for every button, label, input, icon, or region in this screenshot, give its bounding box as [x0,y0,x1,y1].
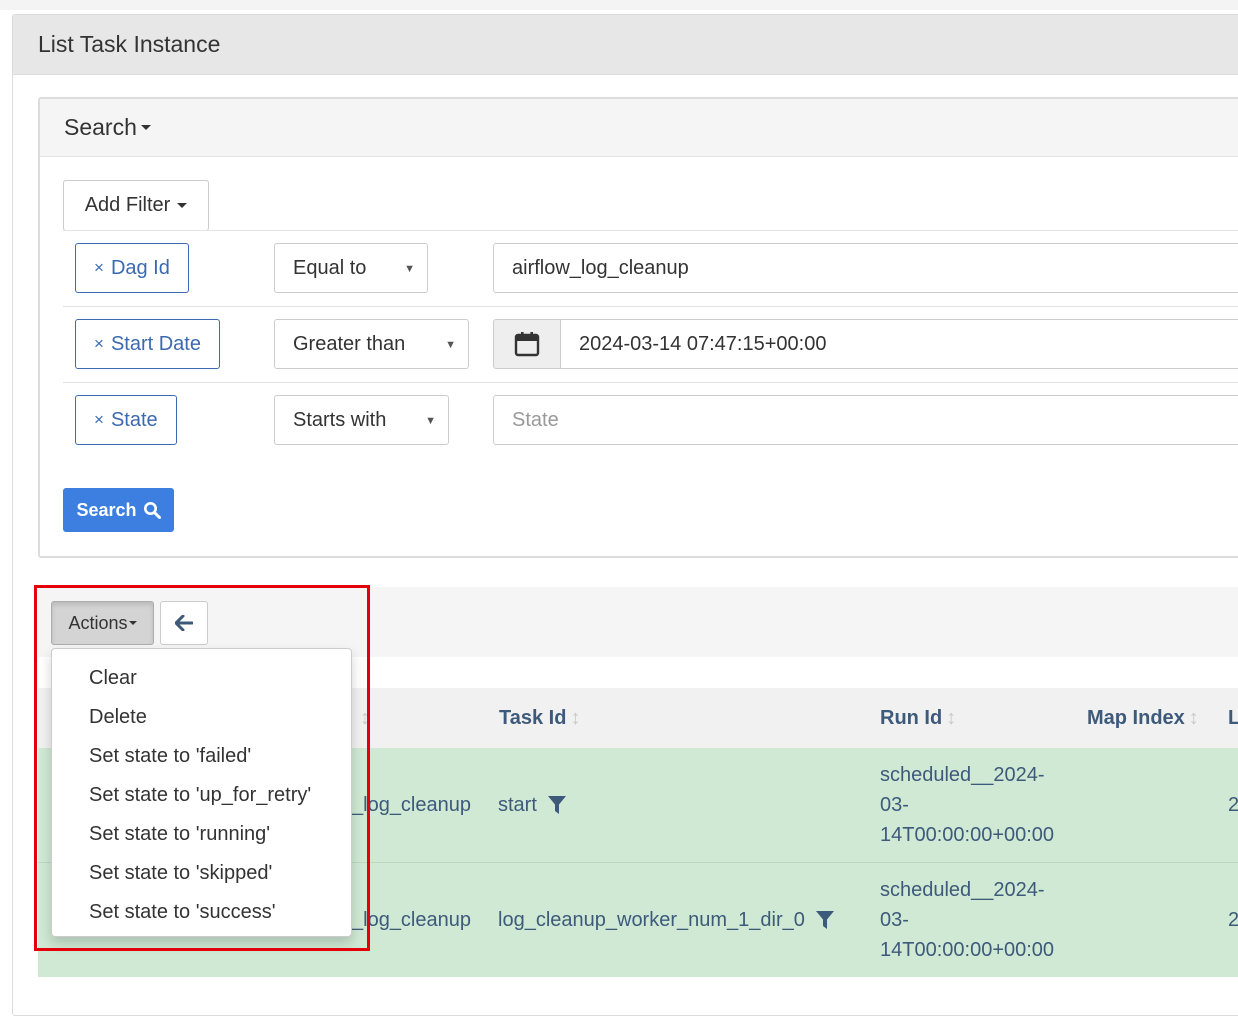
column-header-run-id[interactable]: Run Id ↕ [880,688,956,748]
caret-down-icon [140,125,151,130]
menu-item-delete[interactable]: Delete [52,698,351,737]
filter-row-start-date: × Start Date Greater than ▼ 2024-03-14 0… [63,306,1238,383]
menu-item-set-failed[interactable]: Set state to 'failed' [52,737,351,776]
menu-item-set-success[interactable]: Set state to 'success' [52,893,351,932]
search-header-label: Search [64,114,137,140]
operator-select-state[interactable]: Starts with ▼ [274,395,449,445]
chevron-down-icon: ▼ [445,339,456,351]
menu-item-set-running[interactable]: Set state to 'running' [52,815,351,854]
caret-down-icon [128,621,137,625]
top-strip [0,0,1238,10]
operator-value: Greater than [293,332,406,355]
task-id-cell: log_cleanup_worker_num_1_dir_0 [498,863,835,977]
filter-row-dag-id: × Dag Id Equal to ▼ airflow_log_cleanup [63,230,1238,307]
add-filter-button[interactable]: Add Filter [63,180,209,231]
actions-dropdown-menu: Clear Delete Set state to 'failed' Set s… [51,648,352,937]
remove-filter-start-date[interactable]: × Start Date [75,319,220,369]
search-toggle[interactable]: Search [40,99,1238,157]
sort-icon[interactable]: ↕ [356,688,370,748]
arrow-left-icon [175,615,193,631]
operator-select-dag-id[interactable]: Equal to ▼ [274,243,428,293]
page-title: List Task Instance [13,15,1238,75]
search-submit-button[interactable]: Search [63,488,174,532]
dag-id-input[interactable]: airflow_log_cleanup [493,243,1238,293]
run-id-link[interactable]: scheduled__2024- 03- 14T00:00:00+00:00 [880,760,1054,850]
caret-down-icon [177,203,188,208]
start-date-input[interactable]: 2024-03-14 07:47:15+00:00 [560,319,1238,369]
dag-id-link[interactable]: _log_cleanup [352,748,471,862]
column-header-l[interactable]: L [1228,688,1238,748]
add-filter-label: Add Filter [84,194,171,216]
operator-select-start-date[interactable]: Greater than ▼ [274,319,469,369]
last-column-cell: 2 [1228,793,1238,816]
menu-item-set-skipped[interactable]: Set state to 'skipped' [52,854,351,893]
filter-label-state: State [110,408,158,431]
task-id-link[interactable]: start [498,794,537,817]
last-column-cell: 2 [1228,908,1238,931]
task-id-link[interactable]: log_cleanup_worker_num_1_dir_0 [498,909,805,932]
funnel-icon[interactable] [547,795,567,815]
close-icon: × [94,258,104,277]
actions-label: Actions [68,612,128,633]
calendar-icon [514,332,540,357]
sort-icon: ↕ [570,706,581,729]
actions-toolbar [38,587,1238,657]
search-submit-label: Search [76,499,137,520]
task-id-cell: start [498,748,567,862]
actions-button[interactable]: Actions [51,601,154,645]
calendar-button[interactable] [493,319,561,369]
operator-value: Starts with [293,408,387,431]
close-icon: × [94,334,104,353]
funnel-icon[interactable] [815,910,835,930]
filter-label-dag-id: Dag Id [110,256,170,279]
operator-value: Equal to [293,256,367,279]
run-id-link[interactable]: scheduled__2024- 03- 14T00:00:00+00:00 [880,875,1054,965]
menu-item-clear[interactable]: Clear [52,659,351,698]
magnifier-icon [143,502,161,519]
chevron-down-icon: ▼ [404,263,415,275]
state-input[interactable]: State [493,395,1238,445]
remove-filter-dag-id[interactable]: × Dag Id [75,243,189,293]
column-header-map-index[interactable]: Map Index ↕ [1087,688,1199,748]
column-header-task-id[interactable]: Task Id ↕ [499,688,580,748]
close-icon: × [94,410,104,429]
menu-item-set-up-for-retry[interactable]: Set state to 'up_for_retry' [52,776,351,815]
filter-row-state: × State Starts with ▼ State [63,382,1238,459]
dag-id-link[interactable]: _log_cleanup [352,863,471,977]
sort-icon: ↕ [1188,706,1199,729]
filter-label-start-date: Start Date [110,332,201,355]
remove-filter-state[interactable]: × State [75,395,177,445]
back-button[interactable] [160,601,208,645]
sort-icon: ↕ [946,706,957,729]
chevron-down-icon: ▼ [425,415,436,427]
